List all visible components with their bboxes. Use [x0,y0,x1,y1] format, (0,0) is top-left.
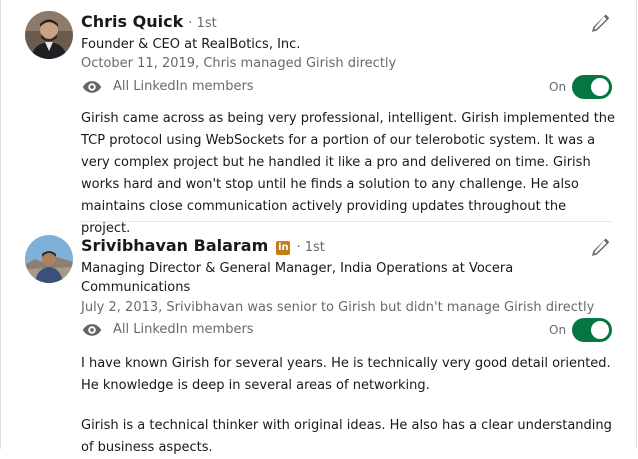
visibility-label: All LinkedIn members [113,79,254,94]
divider [81,221,613,222]
avatar[interactable] [25,11,73,59]
member-name[interactable]: Chris Quick [81,12,183,31]
visibility-label: All LinkedIn members [113,322,254,337]
recommendation-paragraph: Girish is a technical thinker with origi… [81,418,612,455]
visibility-toggle[interactable] [572,75,612,99]
toggle-knob [591,321,609,339]
connection-degree: · 1st [188,16,217,31]
pencil-icon[interactable] [588,11,612,35]
member-headline: Founder & CEO at RealBotics, Inc. [81,37,301,52]
member-headline: Managing Director & General Manager, Ind… [81,261,514,295]
member-name[interactable]: Srivibhavan Balaram [81,236,268,255]
pencil-icon[interactable] [588,235,612,259]
recommendation-text: I have known Girish for several years. H… [81,353,616,459]
relationship-date: October 11, 2019, Chris managed Girish d… [81,56,397,71]
panel-border-left [0,0,1,449]
visibility-toggle[interactable] [572,318,612,342]
toggle-state-label: On [549,80,567,94]
panel-border-right [636,0,637,449]
relationship-date: July 2, 2013, Srivibhavan was senior to … [81,300,595,315]
eye-icon [82,81,102,93]
toggle-knob [591,78,609,96]
premium-badge-icon: in [276,241,291,255]
eye-icon [82,324,102,336]
toggle-state-label: On [549,323,567,337]
avatar[interactable] [25,235,73,283]
visibility-row: All LinkedIn members On [81,318,613,342]
connection-degree: · 1st [296,240,325,255]
recommendation-paragraph: I have known Girish for several years. H… [81,356,611,393]
visibility-row: All LinkedIn members On [81,75,613,99]
